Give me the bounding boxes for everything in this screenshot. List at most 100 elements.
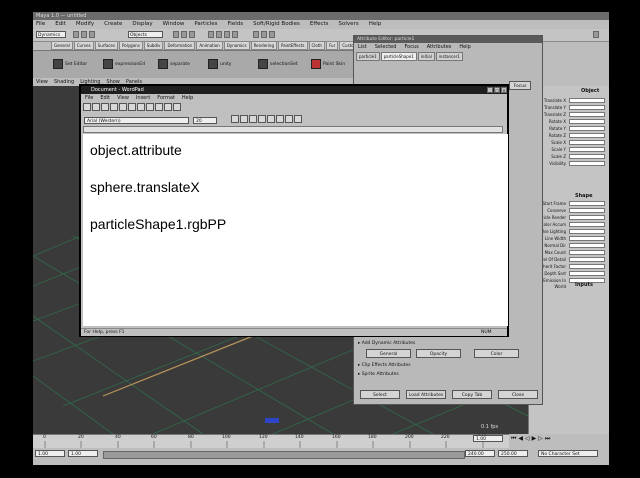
- range-slider[interactable]: [103, 451, 465, 459]
- tab-particle1[interactable]: particle1: [356, 52, 380, 61]
- shelf-tab-painteffects[interactable]: PaintEffects: [278, 41, 308, 50]
- close-icon[interactable]: ×: [501, 87, 507, 93]
- select-by-component-icon[interactable]: [189, 31, 195, 38]
- play-backward-icon[interactable]: ◁: [525, 435, 530, 445]
- save-icon[interactable]: [101, 103, 109, 111]
- close-button[interactable]: Close: [498, 390, 538, 399]
- panel-menu-shading[interactable]: Shading: [54, 78, 74, 86]
- shelf-tab-subdiv[interactable]: Subdiv: [143, 41, 164, 50]
- wp-menu-file[interactable]: File: [85, 94, 93, 102]
- panel-menu-view[interactable]: View: [36, 78, 48, 86]
- focus-button[interactable]: Focus: [509, 81, 531, 90]
- undo-icon[interactable]: [164, 103, 172, 111]
- shelf-tab-cloth[interactable]: Cloth: [308, 41, 325, 50]
- align-center-icon[interactable]: [276, 115, 284, 123]
- shelf-tab-dynamics[interactable]: Dynamics: [223, 41, 250, 50]
- color-icon[interactable]: [258, 115, 266, 123]
- new-scene-icon[interactable]: [73, 31, 79, 38]
- snap-grid-icon[interactable]: [208, 31, 214, 38]
- tab-particleshape1[interactable]: particleShape1: [380, 52, 417, 61]
- underline-icon[interactable]: [249, 115, 257, 123]
- menu-window[interactable]: Window: [163, 20, 185, 29]
- copy-tab-button[interactable]: Copy Tab: [452, 390, 492, 399]
- copy-icon[interactable]: [146, 103, 154, 111]
- color-button[interactable]: Color: [474, 349, 519, 358]
- find-icon[interactable]: [128, 103, 136, 111]
- section-sprite-attributes[interactable]: Sprite Attributes: [358, 371, 538, 378]
- object-select[interactable]: Objects: [128, 31, 163, 38]
- opacity-button[interactable]: Opacity: [416, 349, 461, 358]
- render-icon[interactable]: [253, 31, 259, 38]
- wp-menu-view[interactable]: View: [117, 94, 129, 102]
- shelf-item[interactable]: expressionEd: [103, 59, 145, 69]
- shelf-tab-animation[interactable]: Animation: [196, 41, 223, 50]
- end-time-field[interactable]: 250.00: [498, 450, 528, 457]
- menu-help[interactable]: Help: [369, 20, 382, 29]
- section-clip-effects[interactable]: Clip Effects Attributes: [358, 362, 538, 369]
- ae-menu-selected[interactable]: Selected: [375, 43, 397, 51]
- document-area[interactable]: object.attribute sphere.translateX parti…: [83, 134, 508, 326]
- font-select[interactable]: Arial (Western): [84, 117, 189, 124]
- select-by-object-icon[interactable]: [181, 31, 187, 38]
- menu-edit[interactable]: Edit: [55, 20, 66, 29]
- snap-plane-icon[interactable]: [232, 31, 238, 38]
- align-left-icon[interactable]: [267, 115, 275, 123]
- save-scene-icon[interactable]: [89, 31, 95, 38]
- ruler[interactable]: [83, 126, 503, 133]
- open-icon[interactable]: [92, 103, 100, 111]
- tab-initial[interactable]: initial: [417, 52, 435, 61]
- bold-icon[interactable]: [231, 115, 239, 123]
- shelf-item[interactable]: Set Editor: [53, 59, 87, 69]
- bullets-icon[interactable]: [294, 115, 302, 123]
- ae-menu-help[interactable]: Help: [459, 43, 470, 51]
- cut-icon[interactable]: [137, 103, 145, 111]
- current-frame-field[interactable]: 1.00: [473, 435, 503, 442]
- select-by-hierarchy-icon[interactable]: [173, 31, 179, 38]
- wp-menu-format[interactable]: Format: [157, 94, 175, 102]
- step-forward-icon[interactable]: ▷: [538, 435, 543, 445]
- wp-menu-edit[interactable]: Edit: [100, 94, 110, 102]
- menu-display[interactable]: Display: [132, 20, 152, 29]
- new-icon[interactable]: [83, 103, 91, 111]
- section-add-dynamic-attributes[interactable]: Add Dynamic Attributes: [358, 340, 538, 347]
- menu-create[interactable]: Create: [104, 20, 122, 29]
- load-attributes-button[interactable]: Load Attributes: [406, 390, 446, 399]
- menu-fields[interactable]: Fields: [228, 20, 244, 29]
- playback-start-field[interactable]: 1.00: [68, 450, 98, 457]
- menu-soft-rigid-bodies[interactable]: Soft/Rigid Bodies: [253, 20, 300, 29]
- channel-box-toggle-icon[interactable]: [593, 31, 599, 38]
- snap-point-icon[interactable]: [224, 31, 230, 38]
- playback-end-field[interactable]: 240.00: [465, 450, 495, 457]
- menu-particles[interactable]: Particles: [194, 20, 217, 29]
- shelf-tab-fur[interactable]: Fur: [325, 41, 339, 50]
- ae-menu-attributes[interactable]: Attributes: [427, 43, 452, 51]
- go-to-end-icon[interactable]: ⏭: [545, 435, 550, 445]
- date-time-icon[interactable]: [173, 103, 181, 111]
- menu-solvers[interactable]: Solvers: [339, 20, 359, 29]
- step-back-icon[interactable]: ◀: [518, 435, 523, 445]
- minimize-icon[interactable]: _: [487, 87, 493, 93]
- paste-icon[interactable]: [155, 103, 163, 111]
- shelf-item[interactable]: Paint Skin: [311, 59, 345, 69]
- open-scene-icon[interactable]: [81, 31, 87, 38]
- ae-menu-focus[interactable]: Focus: [404, 43, 418, 51]
- go-to-start-icon[interactable]: ⏮: [511, 435, 516, 445]
- wp-menu-insert[interactable]: Insert: [136, 94, 150, 102]
- shelf-tab-polygons[interactable]: Polygons: [118, 41, 143, 50]
- snap-curve-icon[interactable]: [216, 31, 222, 38]
- menu-effects[interactable]: Effects: [310, 20, 329, 29]
- character-set-select[interactable]: No Character Set: [538, 450, 598, 457]
- italic-icon[interactable]: [240, 115, 248, 123]
- general-button[interactable]: General: [366, 349, 411, 358]
- start-time-field[interactable]: 1.00: [35, 450, 65, 457]
- ae-menu-list[interactable]: List: [358, 43, 367, 51]
- shelf-item[interactable]: separate: [158, 59, 190, 69]
- align-right-icon[interactable]: [285, 115, 293, 123]
- shelf-tab-general[interactable]: General: [51, 41, 73, 50]
- font-size-select[interactable]: 20: [193, 117, 217, 124]
- ipr-render-icon[interactable]: [261, 31, 267, 38]
- menu-file[interactable]: File: [36, 20, 45, 29]
- shelf-tab-rendering[interactable]: Rendering: [250, 41, 277, 50]
- menu-modify[interactable]: Modify: [76, 20, 94, 29]
- shelf-tab-curves[interactable]: Curves: [73, 41, 94, 50]
